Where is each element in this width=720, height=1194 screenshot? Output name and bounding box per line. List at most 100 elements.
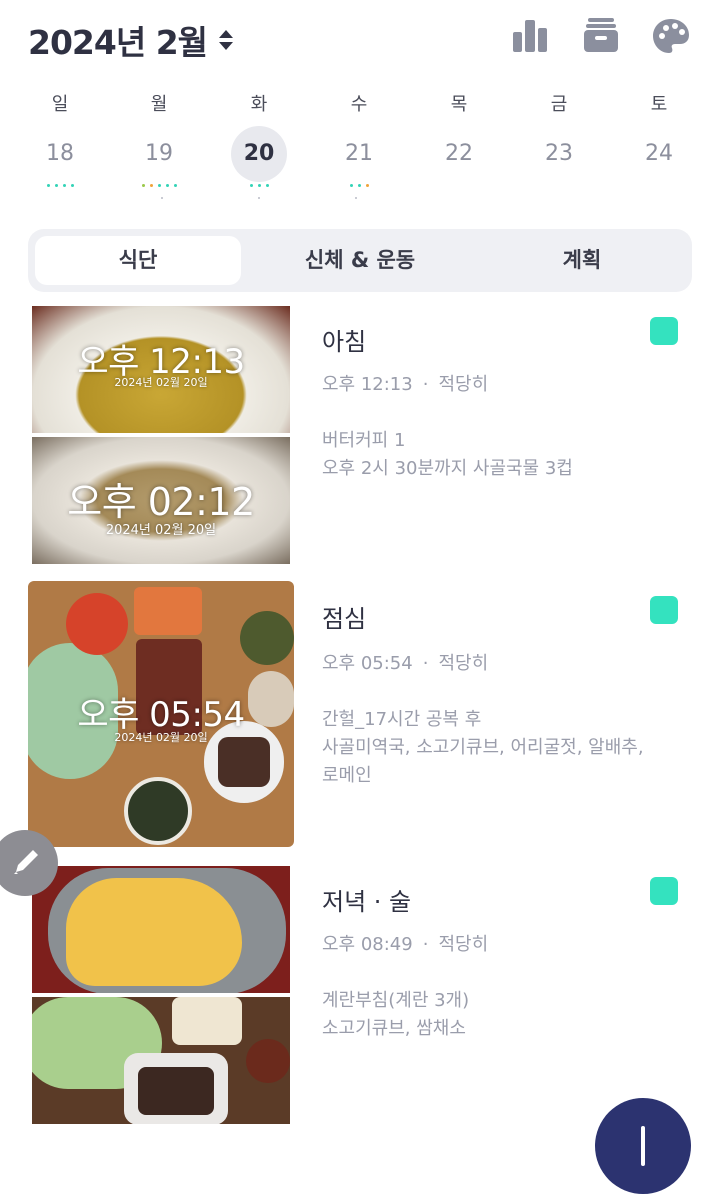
description-line: 계란부침(계란 3개) [322, 990, 470, 1011]
description-line: 오후 2시 30분까지 사골국물 3컵 [322, 458, 573, 479]
pear-dish [172, 997, 242, 1045]
day-22[interactable]: 목 22 [409, 88, 509, 208]
weekday-label: 목 [450, 94, 468, 115]
separator-dot: · [422, 934, 429, 955]
meal-dots [209, 184, 309, 194]
meal-title: 저녁 · 술 [322, 888, 412, 916]
meal-card-dinner[interactable]: 저녁 · 술 오후 08:49 · 적당히 계란부침(계란 3개) 소고기큐브, 쌈… [0, 866, 720, 1126]
extra-dot [161, 197, 163, 199]
meal-card-lunch[interactable]: 오후 05:54 2024년 02월 20일 점심 오후 05:54 · 적당히 간… [0, 581, 720, 849]
archive-box-icon[interactable] [581, 16, 621, 56]
bar-chart-icon[interactable] [510, 16, 550, 56]
description-line: 간헐_17시간 공복 후 [322, 709, 482, 730]
meal-time: 오후 08:49 [322, 934, 413, 955]
date-circle: 22 [431, 126, 487, 182]
date-number: 22 [445, 141, 473, 166]
date-number: 23 [545, 141, 573, 166]
meal-amount: 적당히 [438, 653, 489, 674]
weekday-label: 수 [350, 94, 368, 115]
description-line: 버터커피 1 [322, 430, 406, 451]
month-title: 2024년 2월 [28, 23, 208, 62]
meal-photos[interactable] [32, 866, 290, 1124]
meal-meta: 오후 08:49 · 적당히 [322, 930, 488, 956]
photo-date-stamp: 2024년 02월 20일 [114, 731, 208, 744]
status-badge [650, 877, 678, 905]
week-strip: 일 18 월 19 화 20 수 21 목 22 금 23 토 24 [0, 88, 720, 208]
omelette [66, 878, 242, 986]
date-circle: 24 [631, 126, 687, 182]
food-photo[interactable]: 오후 02:12 2024년 02월 20일 [32, 437, 290, 564]
tab-body-exercise[interactable]: 신체 & 운동 [257, 236, 463, 285]
food-photo[interactable]: 오후 12:13 2024년 02월 20일 [32, 306, 290, 433]
day-23[interactable]: 금 23 [509, 88, 609, 208]
add-meal-button[interactable] [595, 1098, 691, 1194]
date-circle: 23 [531, 126, 587, 182]
date-number: 19 [145, 141, 173, 166]
edit-button[interactable] [0, 830, 58, 896]
extra-dot [258, 197, 260, 199]
date-circle: 19 [131, 126, 187, 182]
food-photo[interactable]: 오후 05:54 2024년 02월 20일 [28, 581, 294, 847]
meal-title: 점심 [322, 605, 367, 633]
meal-dots [10, 184, 110, 194]
status-badge [650, 596, 678, 624]
food-photo[interactable] [32, 866, 290, 993]
date-number: 24 [645, 141, 673, 166]
meal-time: 오후 12:13 [322, 374, 413, 395]
date-number: 20 [243, 141, 275, 166]
meal-amount: 적당히 [438, 934, 489, 955]
meal-dots [109, 184, 209, 194]
side-dish [134, 587, 202, 635]
sort-arrows-icon [219, 28, 234, 52]
day-21[interactable]: 수 21 [309, 88, 409, 208]
meal-description: 버터커피 1 오후 2시 30분까지 사골국물 3컵 [322, 427, 692, 483]
beef-plate [124, 1053, 228, 1124]
seaweed-dish [240, 611, 294, 665]
separator-dot: · [422, 374, 429, 395]
tab-diet[interactable]: 식단 [35, 236, 241, 285]
month-selector[interactable]: 2024년 2월 [28, 18, 234, 62]
date-number: 18 [46, 141, 74, 166]
photo-date-stamp: 2024년 02월 20일 [105, 523, 217, 538]
meal-description: 간헐_17시간 공복 후 사골미역국, 소고기큐브, 어리굴젓, 알배추, 로메… [322, 706, 692, 790]
segment-tabs: 식단 신체 & 운동 계획 [28, 229, 692, 292]
meal-meta: 오후 12:13 · 적당히 [322, 370, 488, 396]
plus-icon [641, 1126, 645, 1166]
meal-title: 아침 [322, 328, 367, 356]
date-circle: 18 [32, 126, 88, 182]
weekday-label: 월 [150, 94, 168, 115]
seaweed-bowl [124, 777, 192, 845]
meal-photos[interactable]: 오후 12:13 2024년 02월 20일 오후 02:12 2024년 02… [32, 306, 290, 564]
description-line: 사골미역국, 소고기큐브, 어리굴젓, 알배추, [322, 737, 644, 758]
meal-time: 오후 05:54 [322, 653, 413, 674]
meal-dots [309, 184, 409, 194]
description-line: 로메인 [322, 765, 372, 786]
meal-amount: 적당히 [438, 374, 489, 395]
palette-icon[interactable] [651, 16, 691, 56]
meal-card-breakfast[interactable]: 오후 12:13 2024년 02월 20일 오후 02:12 2024년 02… [0, 306, 720, 566]
weekday-label: 토 [650, 94, 668, 115]
meal-description: 계란부침(계란 3개) 소고기큐브, 쌈채소 [322, 987, 692, 1043]
weekday-label: 화 [250, 94, 268, 115]
day-18[interactable]: 일 18 [10, 88, 110, 208]
day-24[interactable]: 토 24 [609, 88, 709, 208]
extra-dot [355, 197, 357, 199]
tab-plan[interactable]: 계획 [479, 236, 685, 285]
app-header: 2024년 2월 [0, 0, 720, 80]
food-photo[interactable] [32, 997, 290, 1124]
photo-time-stamp: 오후 02:12 [67, 480, 255, 524]
selected-date-circle: 20 [231, 126, 287, 182]
meal-meta: 오후 05:54 · 적당히 [322, 649, 488, 675]
meal-photos[interactable]: 오후 05:54 2024년 02월 20일 [28, 581, 294, 847]
photo-date-stamp: 2024년 02월 20일 [114, 376, 208, 389]
description-line: 소고기큐브, 쌈채소 [322, 1018, 466, 1039]
status-badge [650, 317, 678, 345]
day-20[interactable]: 화 20 [209, 88, 309, 208]
date-circle: 21 [331, 126, 387, 182]
sauce-dish [246, 1039, 290, 1083]
separator-dot: · [422, 653, 429, 674]
weekday-label: 금 [550, 94, 568, 115]
day-19[interactable]: 월 19 [109, 88, 209, 208]
date-number: 21 [345, 141, 373, 166]
weekday-label: 일 [51, 94, 69, 115]
